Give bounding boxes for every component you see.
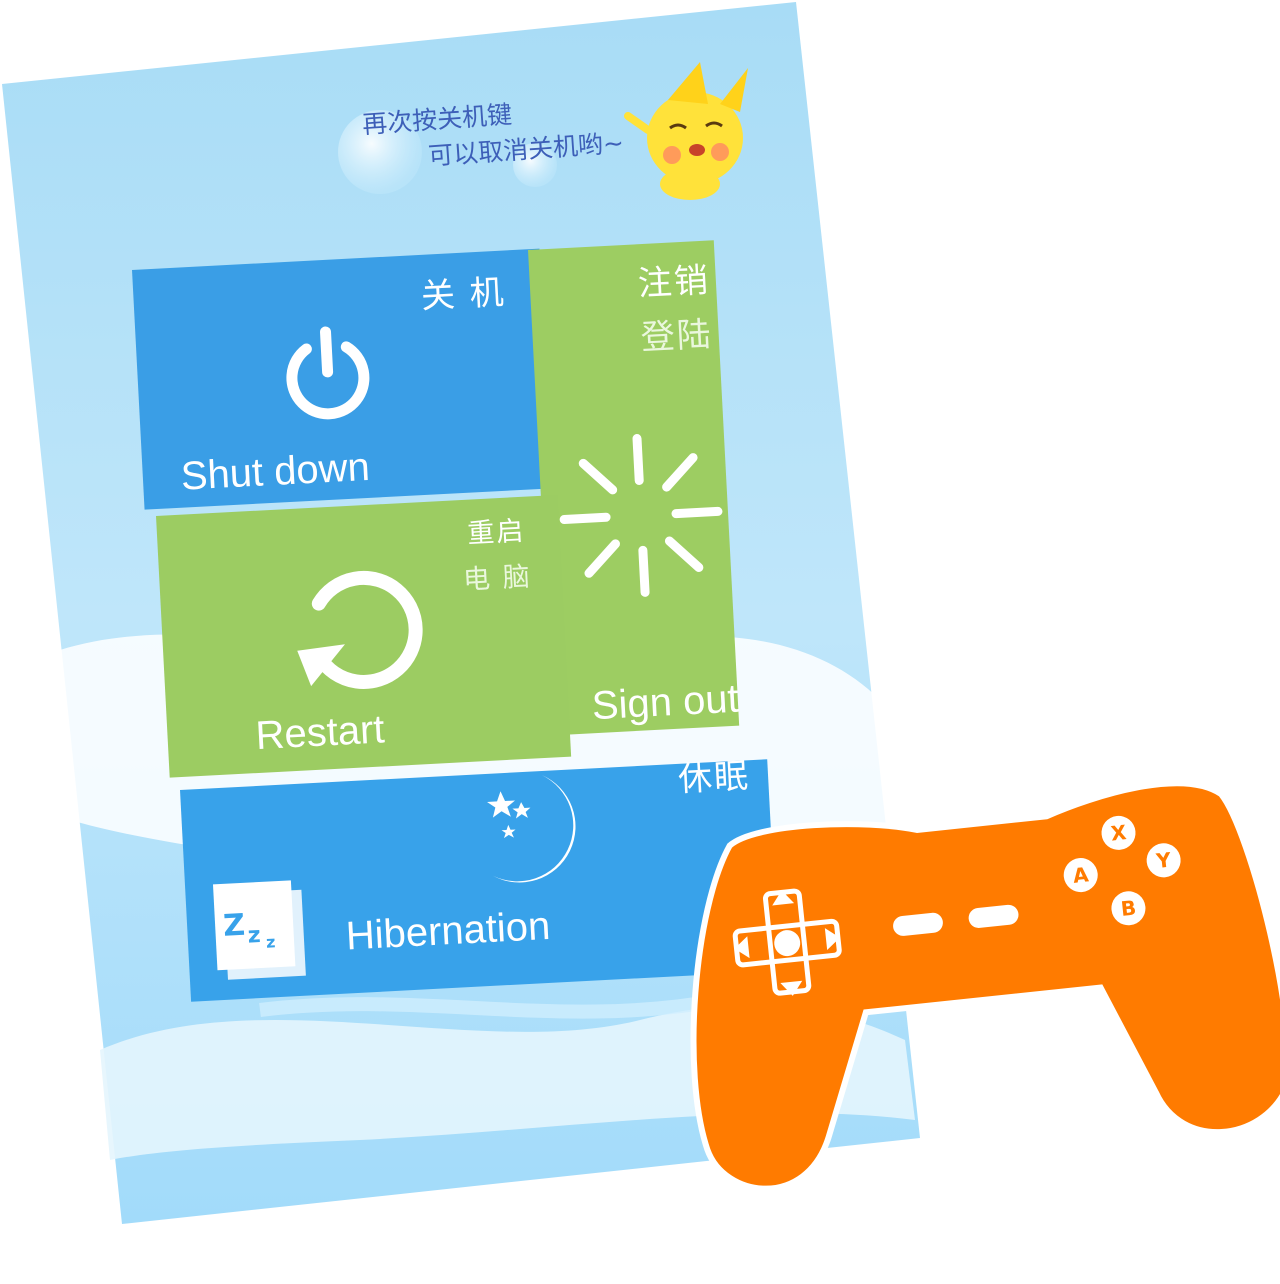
b-button-label: B: [1120, 896, 1138, 921]
y-button-label: Y: [1154, 848, 1172, 874]
x-button-label: X: [1110, 820, 1128, 846]
gamepad-overlay: X A Y B: [0, 0, 1280, 1280]
a-button-label: A: [1072, 862, 1090, 888]
gamepad-icon: X A Y B: [690, 780, 1280, 1192]
